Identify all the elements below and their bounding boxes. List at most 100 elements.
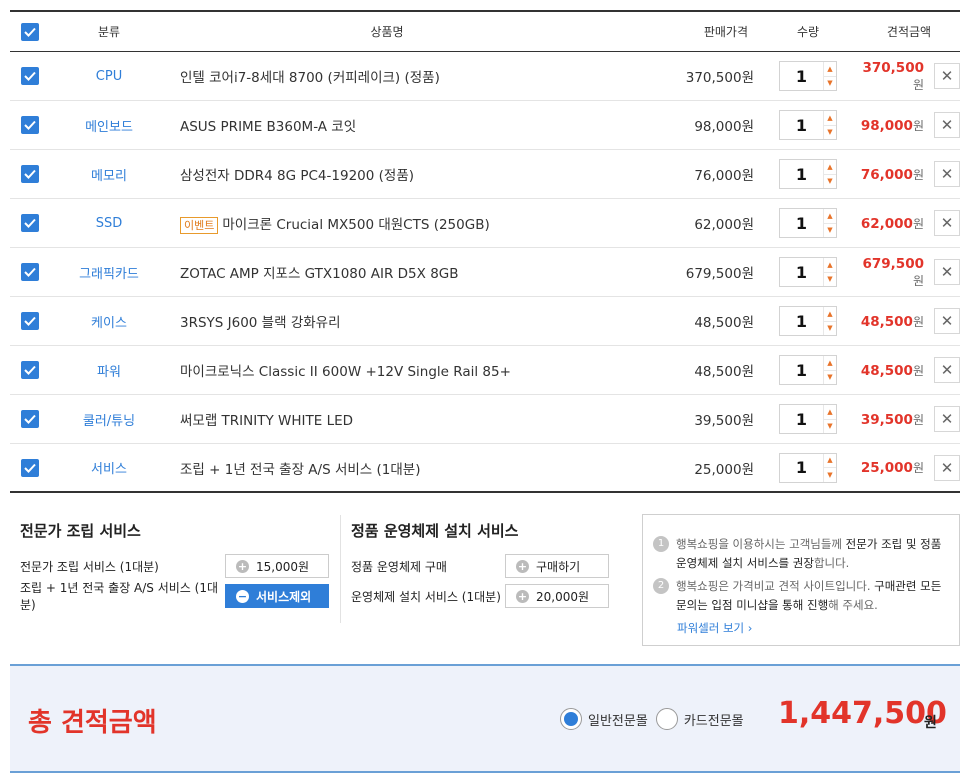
quantity-value[interactable]: 1 (780, 356, 823, 384)
card-mall-radio[interactable] (655, 708, 678, 730)
quantity-stepper[interactable]: 1 ▲ ▼ (779, 61, 837, 91)
os-row2-label: 운영체제 설치 서비스 (1대분) (351, 589, 501, 604)
quantity-stepper[interactable]: 1 ▲ ▼ (779, 355, 837, 385)
table-row: CPU 인텔 코어i7-8세대 8700 (커피레이크) (정품) 370,500원… (10, 52, 960, 101)
close-icon[interactable]: ✕ (934, 210, 960, 236)
item-name[interactable]: ZOTAC AMP 지포스 GTX1080 AIR D5X 8GB (168, 262, 606, 282)
chevron-up-icon[interactable]: ▲ (824, 258, 836, 272)
close-icon[interactable]: ✕ (934, 161, 960, 187)
quantity-stepper[interactable]: 1 ▲ ▼ (779, 306, 837, 336)
quantity-value[interactable]: 1 (780, 454, 823, 482)
power-seller-link[interactable]: 파워셀러 보기 › (677, 619, 949, 638)
close-icon[interactable]: ✕ (934, 357, 960, 383)
plus-icon: + (516, 589, 529, 603)
item-checkbox[interactable] (21, 67, 39, 85)
quantity-value[interactable]: 1 (780, 111, 823, 139)
assembly-add-label: 15,000원 (256, 559, 310, 574)
close-icon[interactable]: ✕ (934, 112, 960, 138)
chevron-up-icon[interactable]: ▲ (824, 307, 836, 321)
item-price: 62,000원 (694, 217, 754, 233)
chevron-up-icon[interactable]: ▲ (824, 405, 836, 419)
item-checkbox[interactable] (21, 361, 39, 379)
assembly-row1-label: 전문가 조립 서비스 (1대분) (20, 559, 159, 574)
item-category[interactable]: 쿨러/튜닝 (50, 410, 168, 429)
close-icon[interactable]: ✕ (934, 308, 960, 334)
item-price: 679,500원 (685, 266, 754, 282)
os-buy-button[interactable]: + 구매하기 (505, 554, 609, 578)
item-name[interactable]: 써모랩 TRINITY WHITE LED (168, 409, 606, 429)
service-exclude-label: 서비스제외 (256, 589, 312, 604)
cart-table: 분류 상품명 판매가격 수량 견적금액 CPU 인텔 코어i7-8세대 8700 … (10, 10, 960, 493)
item-checkbox[interactable] (21, 116, 39, 134)
chevron-up-icon[interactable]: ▲ (824, 62, 836, 76)
item-checkbox[interactable] (21, 312, 39, 330)
general-mall-label: 일반전문몰 (588, 713, 648, 729)
won-unit: 원 (912, 216, 924, 231)
mall-type-radio-group: 일반전문몰 카드전문몰 (560, 708, 752, 730)
item-price: 48,500원 (694, 315, 754, 331)
chevron-up-icon[interactable]: ▲ (824, 356, 836, 370)
item-name-text: 써모랩 TRINITY WHITE LED (180, 413, 354, 429)
chevron-down-icon[interactable]: ▼ (824, 467, 836, 482)
item-name[interactable]: 삼성전자 DDR4 8G PC4-19200 (정품) (168, 164, 606, 184)
item-checkbox[interactable] (21, 458, 39, 477)
item-category[interactable]: 파워 (50, 361, 168, 380)
quantity-value[interactable]: 1 (780, 62, 823, 90)
os-install-button[interactable]: +20,000원 (505, 584, 609, 608)
item-name[interactable]: 이벤트 마이크론 Crucial MX500 대원CTS (250GB) (168, 213, 606, 234)
item-category[interactable]: 그래픽카드 (50, 263, 168, 282)
item-name[interactable]: 인텔 코어i7-8세대 8700 (커피레이크) (정품) (168, 66, 606, 86)
os-service-panel: 정품 운영체제 설치 서비스 정품 운영체제 구매 + 구매하기 운영체제 설치 … (351, 520, 609, 611)
item-category[interactable]: CPU (50, 69, 168, 84)
item-name[interactable]: 조립 + 1년 전국 출장 A/S 서비스 (1대분) (168, 458, 606, 478)
item-checkbox[interactable] (21, 263, 39, 281)
item-checkbox[interactable] (21, 165, 39, 183)
quantity-value[interactable]: 1 (780, 209, 823, 237)
chevron-up-icon[interactable]: ▲ (824, 454, 836, 468)
quantity-value[interactable]: 1 (780, 258, 823, 286)
chevron-down-icon[interactable]: ▼ (824, 271, 836, 287)
quantity-stepper[interactable]: 1 ▲ ▼ (779, 404, 837, 434)
item-category[interactable]: 서비스 (50, 458, 168, 477)
quantity-stepper[interactable]: 1 ▲ ▼ (779, 208, 837, 238)
item-category[interactable]: 케이스 (50, 312, 168, 331)
chevron-up-icon[interactable]: ▲ (824, 209, 836, 223)
item-name[interactable]: 마이크로닉스 Classic II 600W +12V Single Rail … (168, 360, 606, 380)
quantity-value[interactable]: 1 (780, 307, 823, 335)
quantity-stepper[interactable]: 1 ▲ ▼ (779, 110, 837, 140)
select-all-checkbox[interactable] (21, 22, 39, 41)
quantity-stepper[interactable]: 1 ▲ ▼ (779, 257, 837, 287)
item-name[interactable]: 3RSYS J600 블랙 강화유리 (168, 311, 606, 331)
chevron-down-icon[interactable]: ▼ (824, 124, 836, 140)
item-category[interactable]: 메인보드 (50, 116, 168, 135)
chevron-down-icon[interactable]: ▼ (824, 369, 836, 385)
assembly-add-button[interactable]: +15,000원 (225, 554, 329, 578)
chevron-up-icon[interactable]: ▲ (824, 111, 836, 125)
chevron-down-icon[interactable]: ▼ (824, 173, 836, 189)
item-checkbox[interactable] (21, 214, 39, 232)
item-category[interactable]: SSD (50, 216, 168, 231)
item-name[interactable]: ASUS PRIME B360M-A 코잇 (168, 115, 606, 135)
close-icon[interactable]: ✕ (934, 63, 960, 89)
service-exclude-button[interactable]: − 서비스제외 (225, 584, 329, 608)
chevron-down-icon[interactable]: ▼ (824, 320, 836, 336)
item-checkbox[interactable] (21, 410, 39, 428)
table-row: 그래픽카드 ZOTAC AMP 지포스 GTX1080 AIR D5X 8GB 67… (10, 248, 960, 297)
quantity-value[interactable]: 1 (780, 160, 823, 188)
close-icon[interactable]: ✕ (934, 259, 960, 285)
quantity-value[interactable]: 1 (780, 405, 823, 433)
item-name-text: 인텔 코어i7-8세대 8700 (커피레이크) (정품) (180, 70, 440, 86)
item-category[interactable]: 메모리 (50, 165, 168, 184)
quantity-stepper[interactable]: 1 ▲ ▼ (779, 159, 837, 189)
card-mall-label: 카드전문몰 (683, 713, 744, 729)
close-icon[interactable]: ✕ (934, 454, 960, 481)
close-icon[interactable]: ✕ (934, 406, 960, 432)
chevron-down-icon[interactable]: ▼ (824, 222, 836, 238)
item-price: 48,500원 (694, 364, 754, 380)
chevron-down-icon[interactable]: ▼ (824, 75, 836, 91)
general-mall-radio[interactable] (560, 708, 582, 730)
chevron-up-icon[interactable]: ▲ (824, 160, 836, 174)
quantity-stepper[interactable]: 1 ▲ ▼ (779, 452, 837, 483)
chevron-down-icon[interactable]: ▼ (824, 418, 836, 434)
total-bar: 총 견적금액 일반전문몰 카드전문몰 1,447,500 원 (10, 664, 960, 773)
